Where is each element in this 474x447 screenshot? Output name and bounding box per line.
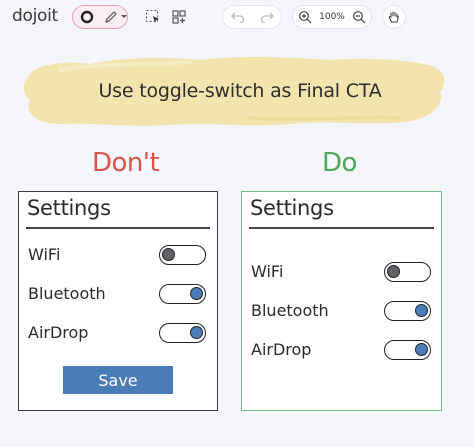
banner-highlight xyxy=(23,56,445,126)
toggle-knob xyxy=(415,343,428,356)
wifi-toggle[interactable] xyxy=(159,245,206,265)
airdrop-label: AirDrop xyxy=(251,340,312,359)
wifi-label: WiFi xyxy=(28,245,61,264)
bluetooth-toggle[interactable] xyxy=(159,284,206,304)
title-divider xyxy=(249,227,434,229)
wifi-label: WiFi xyxy=(251,262,284,281)
airdrop-toggle[interactable] xyxy=(159,323,206,343)
bluetooth-label: Bluetooth xyxy=(251,301,329,320)
bluetooth-toggle[interactable] xyxy=(384,301,431,321)
do-heading: Do xyxy=(322,148,357,178)
dont-settings-panel: Settings WiFi Bluetooth AirDrop Save xyxy=(18,191,218,411)
toggle-knob xyxy=(162,248,175,261)
title-divider xyxy=(26,227,210,229)
airdrop-label: AirDrop xyxy=(28,323,89,342)
toggle-knob xyxy=(190,326,203,339)
toggle-knob xyxy=(190,287,203,300)
airdrop-toggle[interactable] xyxy=(384,340,431,360)
save-button[interactable]: Save xyxy=(63,366,173,394)
dont-heading: Don't xyxy=(92,148,160,178)
bluetooth-label: Bluetooth xyxy=(28,284,106,303)
panel-title: Settings xyxy=(27,196,111,220)
toggle-knob xyxy=(387,265,400,278)
panel-title: Settings xyxy=(250,196,334,220)
toggle-knob xyxy=(415,304,428,317)
do-settings-panel: Settings WiFi Bluetooth AirDrop xyxy=(241,191,442,411)
banner-title: Use toggle-switch as Final CTA xyxy=(98,80,382,102)
wifi-toggle[interactable] xyxy=(384,262,431,282)
